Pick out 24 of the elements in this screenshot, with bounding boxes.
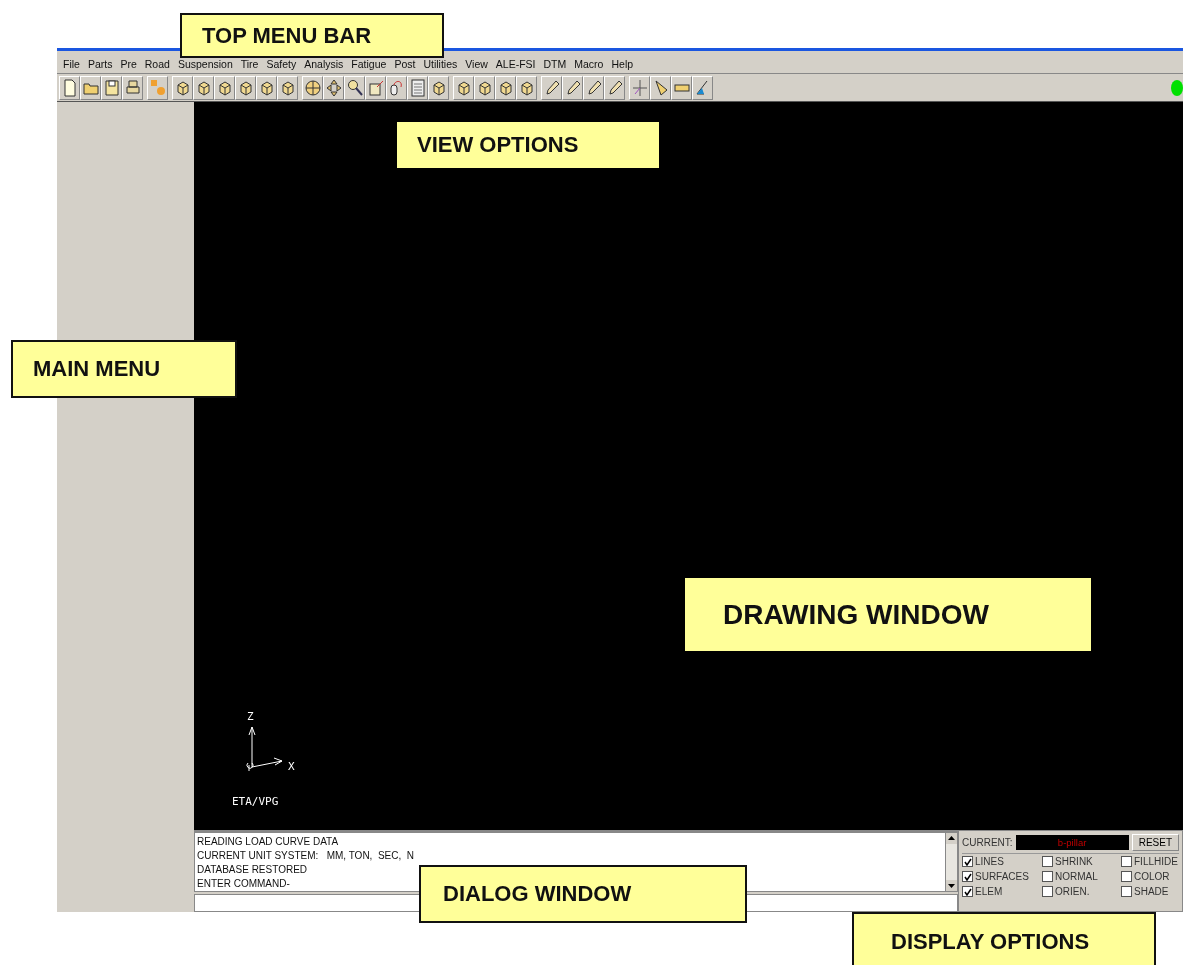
callout-tooltip: TOP MENU BAR bbox=[180, 13, 444, 58]
callout-tooltip: VIEW OPTIONS bbox=[397, 122, 659, 168]
log-line: ENTER COMMAND- bbox=[197, 877, 291, 891]
log-line: CURRENT UNIT SYSTEM: MM, TON, SEC, N bbox=[197, 849, 416, 863]
callout-tooltip: DISPLAY OPTIONS bbox=[852, 912, 1156, 965]
logo-text: ETA/VPG bbox=[232, 795, 279, 808]
option-label: FILLHIDE bbox=[1134, 856, 1178, 867]
callout-tooltip: MAIN MENU bbox=[11, 340, 237, 398]
option-label: LINES bbox=[975, 856, 1004, 867]
log-line: DATABASE RESTORED bbox=[197, 863, 309, 877]
callout-tooltip: DIALOG WINDOW bbox=[419, 865, 747, 923]
axis-label: X bbox=[288, 760, 295, 773]
log-line: READING LOAD CURVE DATA bbox=[197, 835, 340, 849]
option-label: ELEM bbox=[975, 886, 1003, 897]
current-field: b-pillar bbox=[1015, 834, 1129, 850]
callout-tooltip: DRAWING WINDOW bbox=[685, 578, 1091, 651]
axis-label: Z bbox=[247, 710, 254, 723]
option-label: NORMAL bbox=[1055, 871, 1098, 882]
option-label: ORIEN. bbox=[1055, 886, 1090, 897]
option-label: SHADE bbox=[1134, 886, 1169, 897]
option-label: SHRINK bbox=[1055, 856, 1093, 867]
option-label: SURFACES bbox=[975, 871, 1029, 882]
current-label: CURRENT: bbox=[962, 836, 1013, 848]
option-label: COLOR bbox=[1134, 871, 1170, 882]
